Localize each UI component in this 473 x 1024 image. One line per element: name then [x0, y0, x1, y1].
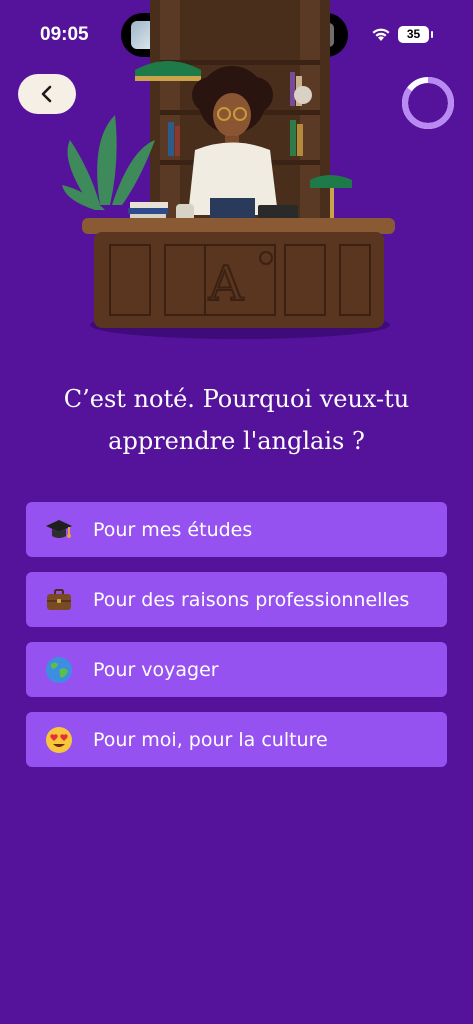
question-line-1: C’est noté. Pourquoi veux-tu — [63, 385, 410, 413]
option-culture[interactable]: Pour moi, pour la culture — [26, 712, 447, 767]
option-label: Pour mes études — [93, 518, 253, 541]
question-line-2: apprendre l'anglais ? — [108, 427, 365, 455]
question-title: C’est noté. Pourquoi veux-tu apprendre l… — [30, 378, 443, 462]
progress-ring — [402, 77, 454, 129]
option-label: Pour des raisons professionnelles — [93, 588, 410, 611]
option-label: Pour moi, pour la culture — [93, 728, 328, 751]
graduation-cap-icon — [44, 515, 74, 545]
heart-eyes-face-icon — [44, 725, 74, 755]
back-button[interactable] — [18, 74, 76, 114]
svg-text:A: A — [208, 256, 245, 312]
battery-icon: 35 — [398, 26, 429, 43]
option-label: Pour voyager — [93, 658, 219, 681]
briefcase-icon — [44, 585, 74, 615]
option-travel[interactable]: Pour voyager — [26, 642, 447, 697]
chevron-left-icon — [41, 85, 52, 103]
battery-tip — [431, 31, 433, 38]
globe-icon — [44, 655, 74, 685]
battery-level: 35 — [406, 27, 421, 41]
option-studies[interactable]: Pour mes études — [26, 502, 447, 557]
option-professional[interactable]: Pour des raisons professionnelles — [26, 572, 447, 627]
teacher-library-illustration: A — [62, 0, 395, 339]
